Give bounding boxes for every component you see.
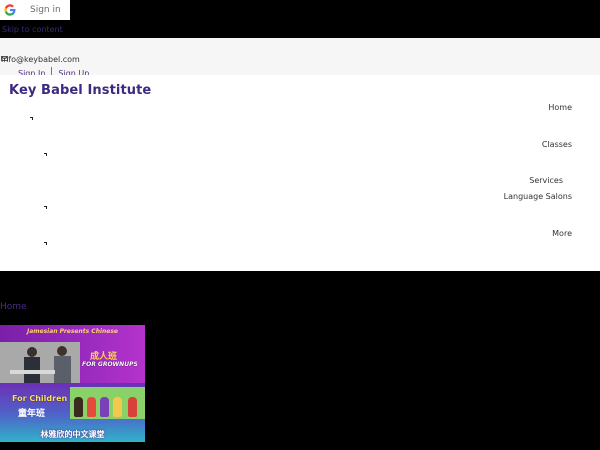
adults-photo bbox=[0, 342, 80, 383]
google-g-icon bbox=[0, 0, 20, 20]
chevron-down-icon[interactable] bbox=[30, 117, 33, 120]
banner-footer-text: 林雅欣的中文课堂 bbox=[40, 430, 105, 439]
chevron-down-icon[interactable] bbox=[44, 242, 47, 245]
info-bar bbox=[0, 38, 600, 75]
skip-to-content-link[interactable]: Skip to content bbox=[2, 25, 63, 34]
chinese-class-banner-image[interactable]: Jamesian Presents Chinese 成人班 FOR GROWNU… bbox=[0, 325, 145, 442]
banner-title: Jamesian Presents Chinese bbox=[26, 328, 119, 335]
breadcrumb-home[interactable]: Home bbox=[0, 302, 27, 312]
children-class-en: For Children bbox=[12, 394, 68, 403]
chevron-down-icon[interactable] bbox=[44, 153, 47, 156]
google-signin-label: Sign in bbox=[30, 5, 61, 15]
adults-class-en: FOR GROWNUPS bbox=[82, 361, 138, 368]
children-class-zh: 童年班 bbox=[18, 409, 46, 419]
site-header: Key Babel Institute Home Classes Service… bbox=[0, 75, 600, 271]
nav-item-language-salons[interactable]: Language Salons bbox=[504, 192, 572, 201]
nav-item-services[interactable]: Services bbox=[529, 176, 563, 185]
contact-email-link[interactable]: info@keybabel.com bbox=[1, 55, 80, 64]
site-logo-text[interactable]: Key Babel Institute bbox=[9, 83, 151, 98]
nav-item-classes[interactable]: Classes bbox=[542, 140, 572, 149]
nav-item-more[interactable]: More bbox=[552, 229, 572, 238]
mail-icon bbox=[1, 46, 8, 61]
children-dolls-image bbox=[70, 387, 145, 419]
chevron-down-icon[interactable] bbox=[44, 206, 47, 209]
nav-item-home[interactable]: Home bbox=[548, 103, 572, 112]
google-signin-button[interactable]: Sign in bbox=[0, 0, 70, 20]
